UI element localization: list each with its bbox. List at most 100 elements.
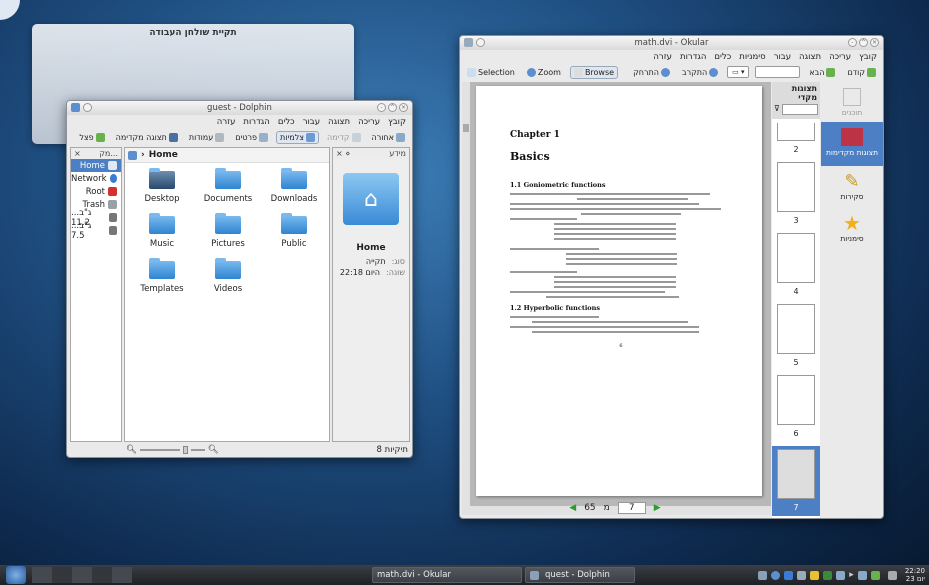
network-tray-icon[interactable] bbox=[823, 570, 833, 580]
thumbnail-page[interactable] bbox=[777, 449, 815, 499]
menu-file[interactable]: קובץ bbox=[859, 52, 877, 62]
status-text: 8 תיקיות bbox=[376, 445, 408, 455]
close-icon[interactable]: × bbox=[74, 149, 81, 158]
file-item-templates[interactable]: Templates bbox=[131, 258, 193, 294]
file-item-music[interactable]: Music bbox=[131, 213, 193, 249]
thumbnail-page[interactable] bbox=[777, 304, 815, 354]
info-type-row: סוג: תקייה bbox=[365, 257, 405, 266]
file-item-pictures[interactable]: Pictures bbox=[197, 213, 259, 249]
okular-app-icon[interactable] bbox=[464, 38, 473, 47]
menu-settings[interactable]: הגדרות bbox=[243, 117, 269, 127]
file-item-downloads[interactable]: Downloads bbox=[263, 168, 325, 204]
sidebar-tab-thumbnails[interactable]: תצוגות מקדימות bbox=[821, 122, 883, 166]
close-icon[interactable]: × ⋄ bbox=[336, 149, 350, 158]
menu-view[interactable]: תצוגה bbox=[799, 52, 821, 62]
next-page-icon[interactable]: ▶ bbox=[654, 503, 661, 513]
menu-edit[interactable]: עריכה bbox=[829, 52, 851, 62]
menu-file[interactable]: קובץ bbox=[388, 117, 406, 127]
vertical-scrollbar[interactable] bbox=[462, 82, 470, 506]
preview-button[interactable]: תצוגה מקדימה bbox=[113, 132, 181, 143]
places-item-drive-2[interactable]: ...ג"ב 7.5 bbox=[71, 221, 121, 241]
printer-icon[interactable] bbox=[857, 570, 867, 580]
clock[interactable]: 22:20 יום 23 bbox=[905, 567, 925, 583]
thumbnail-page[interactable] bbox=[777, 233, 815, 283]
pager[interactable] bbox=[32, 567, 132, 583]
places-item-network[interactable]: Network bbox=[71, 172, 121, 185]
minimize-button[interactable]: - bbox=[848, 38, 857, 47]
zoom-in-icon[interactable]: 🔍︎ bbox=[208, 445, 219, 455]
menu-go[interactable]: עבור bbox=[774, 52, 791, 62]
close-button[interactable]: × bbox=[399, 103, 408, 112]
forward-button[interactable]: קדימה bbox=[324, 132, 364, 143]
zoom-slider[interactable]: 🔍︎ 🔍︎ bbox=[126, 445, 219, 455]
thumbnail-selected[interactable]: 7 bbox=[772, 446, 820, 516]
menu-help[interactable]: עזרה bbox=[217, 117, 236, 127]
task-dolphin[interactable]: quest - Dolphin bbox=[525, 567, 635, 583]
show-desktop-icon[interactable] bbox=[887, 570, 897, 580]
view-mode-button[interactable]: ▾ ▭ bbox=[727, 66, 750, 78]
breadcrumb[interactable]: › Home bbox=[125, 148, 329, 163]
dolphin-app-icon[interactable] bbox=[71, 103, 80, 112]
devices-icon[interactable] bbox=[870, 570, 880, 580]
menu-tools[interactable]: כלים bbox=[714, 52, 731, 62]
back-button[interactable]: אחורה bbox=[369, 132, 409, 143]
split-button[interactable]: פצל bbox=[76, 132, 107, 143]
kde-menu-icon[interactable] bbox=[6, 566, 26, 584]
selection-tool-button[interactable]: Selection bbox=[464, 67, 518, 78]
menu-edit[interactable]: עריכה bbox=[358, 117, 380, 127]
places-item-home[interactable]: Home bbox=[71, 159, 121, 172]
okular-titlebar[interactable]: math.dvi - Okular - ^ × bbox=[460, 36, 883, 50]
file-item-public[interactable]: Public bbox=[263, 213, 325, 249]
next-button[interactable]: הבא bbox=[806, 67, 838, 78]
bluetooth-icon[interactable] bbox=[784, 570, 794, 580]
columns-view-button[interactable]: עמודות bbox=[186, 132, 227, 143]
maximize-button[interactable]: ^ bbox=[859, 38, 868, 47]
maximize-button[interactable]: ^ bbox=[388, 103, 397, 112]
close-button[interactable]: × bbox=[870, 38, 879, 47]
zoom-combobox[interactable] bbox=[755, 66, 801, 78]
places-item-root[interactable]: Root bbox=[71, 185, 121, 198]
zoom-out-button[interactable]: התרחק bbox=[630, 67, 673, 78]
thumbnail-search-input[interactable] bbox=[781, 104, 818, 115]
info-icon[interactable] bbox=[771, 570, 781, 580]
zoom-out-icon[interactable]: 🔍︎ bbox=[126, 445, 137, 455]
filter-icon[interactable]: ⊽ bbox=[774, 104, 780, 115]
menu-bookmarks[interactable]: סימניות bbox=[739, 52, 765, 62]
sidebar-tab-reviews[interactable]: ✎ סקירות bbox=[821, 166, 883, 210]
icons-view-button[interactable]: צלמיות bbox=[276, 130, 319, 144]
sidebar-tab-contents[interactable]: תוכנים bbox=[821, 82, 883, 122]
sidebar-tab-bookmarks[interactable]: ★ סימניות bbox=[821, 210, 883, 254]
file-item-desktop[interactable]: Desktop bbox=[131, 168, 193, 204]
selection-icon bbox=[467, 67, 476, 77]
dolphin-titlebar[interactable]: guest - Dolphin - ^ × bbox=[67, 101, 412, 115]
file-item-videos[interactable]: Videos bbox=[197, 258, 259, 294]
file-item-documents[interactable]: Documents bbox=[197, 168, 259, 204]
zoom-in-button[interactable]: התקרב bbox=[679, 67, 721, 78]
document-viewport[interactable]: Chapter 1 Basics 1.1 Goniometric functio… bbox=[462, 82, 771, 515]
thumbnail-page[interactable] bbox=[777, 162, 815, 212]
task-okular[interactable]: math.dvi - Okular bbox=[372, 567, 522, 583]
details-view-button[interactable]: פרטים bbox=[232, 132, 271, 143]
menu-settings[interactable]: הגדרות bbox=[680, 52, 706, 62]
browse-tool-button[interactable]: Browse bbox=[569, 65, 619, 79]
previous-button[interactable]: קודם bbox=[844, 67, 879, 78]
menu-view[interactable]: תצוגה bbox=[328, 117, 350, 127]
tray-icon[interactable] bbox=[797, 570, 807, 580]
thumbnail-page[interactable] bbox=[777, 375, 815, 425]
thumbnail-page[interactable] bbox=[777, 123, 815, 141]
minimize-button[interactable]: - bbox=[377, 103, 386, 112]
kickoff-button[interactable] bbox=[0, 0, 20, 20]
updates-icon[interactable] bbox=[836, 570, 846, 580]
previous-page-icon[interactable]: ◀ bbox=[569, 503, 576, 513]
menu-go[interactable]: עבור bbox=[303, 117, 320, 127]
menu-help[interactable]: עזרה bbox=[653, 52, 672, 62]
pin-icon[interactable] bbox=[83, 103, 92, 112]
klipper-icon[interactable] bbox=[758, 570, 768, 580]
pin-icon[interactable] bbox=[476, 38, 485, 47]
menu-tools[interactable]: כלים bbox=[278, 117, 295, 127]
expand-tray-icon[interactable]: ▸ bbox=[849, 570, 854, 580]
battery-icon[interactable] bbox=[810, 570, 820, 580]
zoom-tool-button[interactable]: Zoom bbox=[524, 67, 564, 78]
thumbnails-panel: תצוגות מקדי ⊽ 2 3 4 5 6 7 bbox=[772, 82, 820, 518]
page-number-input[interactable]: 7 bbox=[617, 502, 646, 514]
